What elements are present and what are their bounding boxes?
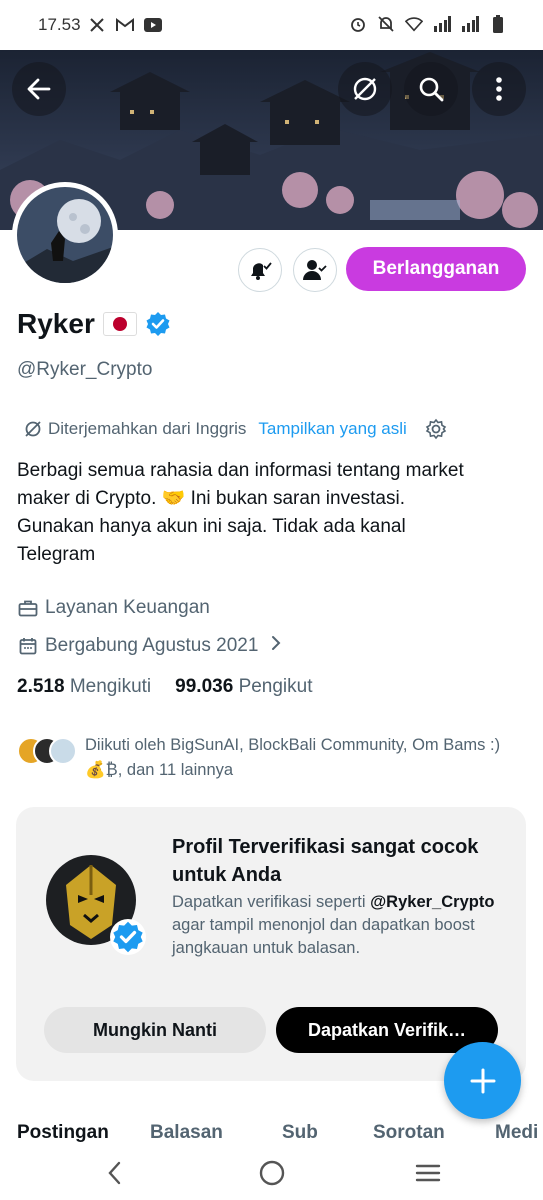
alarm-icon [349, 15, 367, 33]
followers-count: 99.036 [175, 676, 234, 697]
promo-desc-part: Dapatkan verifikasi seperti [172, 893, 371, 911]
follow-stats: 2.518 Mengikuti 99.036 Pengikut [17, 676, 313, 698]
tab-highlights[interactable]: Sorotan [373, 1122, 445, 1144]
plus-icon [470, 1068, 495, 1093]
compose-post-button[interactable] [444, 1042, 521, 1119]
home-icon[interactable] [257, 1158, 287, 1188]
translate-icon [25, 421, 41, 437]
tab-subs[interactable]: Sub [282, 1122, 318, 1144]
verified-badge-icon [110, 919, 146, 955]
more-options-button[interactable] [472, 62, 526, 116]
battery-icon [489, 15, 507, 33]
verified-badge-icon[interactable] [145, 311, 171, 337]
following-label: Mengikuti [69, 676, 152, 697]
tab-replies[interactable]: Balasan [150, 1122, 223, 1144]
menu-icon[interactable] [413, 1158, 443, 1188]
promo-handle: @Ryker_Crypto [370, 893, 495, 911]
search-icon [419, 77, 444, 102]
youtube-icon [144, 16, 162, 34]
status-bar: 17.53 [0, 0, 543, 50]
gear-icon [425, 418, 446, 440]
show-original-link[interactable]: Tampilkan yang asli [258, 419, 406, 439]
profile-handle: @Ryker_Crypto [17, 359, 153, 380]
translated-label: Diterjemahkan dari Inggris [48, 419, 247, 438]
translation-row: Diterjemahkan dari Inggris Tampilkan yan… [24, 418, 447, 440]
status-time: 17.53 [38, 15, 81, 34]
subscribe-button[interactable]: Berlangganan [346, 247, 526, 291]
maybe-later-button[interactable]: Mungkin Nanti [44, 1007, 266, 1053]
profile-tabs: Postingan Balasan Sub Sorotan Medi [0, 1116, 543, 1152]
profile-name-row: Ryker [17, 308, 171, 340]
verified-promo-card: Profil Terverifikasi sangat cocok untuk … [16, 807, 526, 1081]
calendar-icon [17, 635, 39, 657]
profile-avatar[interactable] [12, 182, 118, 288]
signal-icon [433, 15, 451, 33]
promo-desc-part: agar tampil menonjol dan dapatkan boost … [172, 916, 475, 957]
profile-bio: Berbagi semua rahasia dan informasi tent… [17, 460, 464, 565]
translation-settings-button[interactable] [425, 418, 447, 440]
back-icon[interactable] [100, 1158, 130, 1188]
system-nav-bar [0, 1148, 543, 1200]
following-count: 2.518 [17, 676, 65, 697]
briefcase-icon [17, 597, 39, 619]
avatar-image [17, 187, 113, 283]
notification-bell-button[interactable] [238, 248, 282, 292]
join-date-label: Bergabung Agustus 2021 [45, 635, 259, 656]
promo-description: Dapatkan verifikasi seperti @Ryker_Crypt… [172, 891, 502, 960]
tab-media[interactable]: Medi [495, 1122, 538, 1144]
followers-label: Pengikut [238, 676, 313, 697]
translate-icon [353, 77, 377, 101]
followed-by-text: Diikuti oleh BigSunAI, BlockBali Communi… [85, 736, 501, 779]
arrow-left-icon [27, 78, 51, 100]
search-button[interactable] [404, 62, 458, 116]
mail-icon [116, 16, 134, 34]
translate-button[interactable] [338, 62, 392, 116]
bell-check-icon [251, 262, 272, 280]
person-check-icon [303, 260, 327, 280]
wifi-icon [405, 15, 423, 33]
profile-join-date[interactable]: Bergabung Agustus 2021 [17, 634, 282, 658]
promo-title: Profil Terverifikasi sangat cocok untuk … [172, 836, 479, 886]
following-button[interactable] [293, 248, 337, 292]
followed-by-row[interactable]: Diikuti oleh BigSunAI, BlockBali Communi… [17, 733, 505, 783]
back-button[interactable] [12, 62, 66, 116]
following-link[interactable]: 2.518 Mengikuti [17, 676, 151, 698]
tab-posts[interactable]: Postingan [17, 1122, 109, 1144]
japan-flag-icon [102, 312, 137, 336]
more-vertical-icon [496, 77, 502, 101]
follower-avatars [17, 733, 79, 769]
chevron-right-icon [270, 634, 282, 658]
avatar [17, 187, 113, 283]
mute-icon [377, 15, 395, 33]
x-icon [88, 16, 106, 34]
avatar [49, 737, 77, 765]
signal-icon [461, 15, 479, 33]
display-name: Ryker [17, 308, 95, 339]
category-label: Layanan Keuangan [45, 597, 210, 618]
profile-category: Layanan Keuangan [17, 597, 210, 619]
followers-link[interactable]: 99.036 Pengikut [175, 676, 312, 698]
